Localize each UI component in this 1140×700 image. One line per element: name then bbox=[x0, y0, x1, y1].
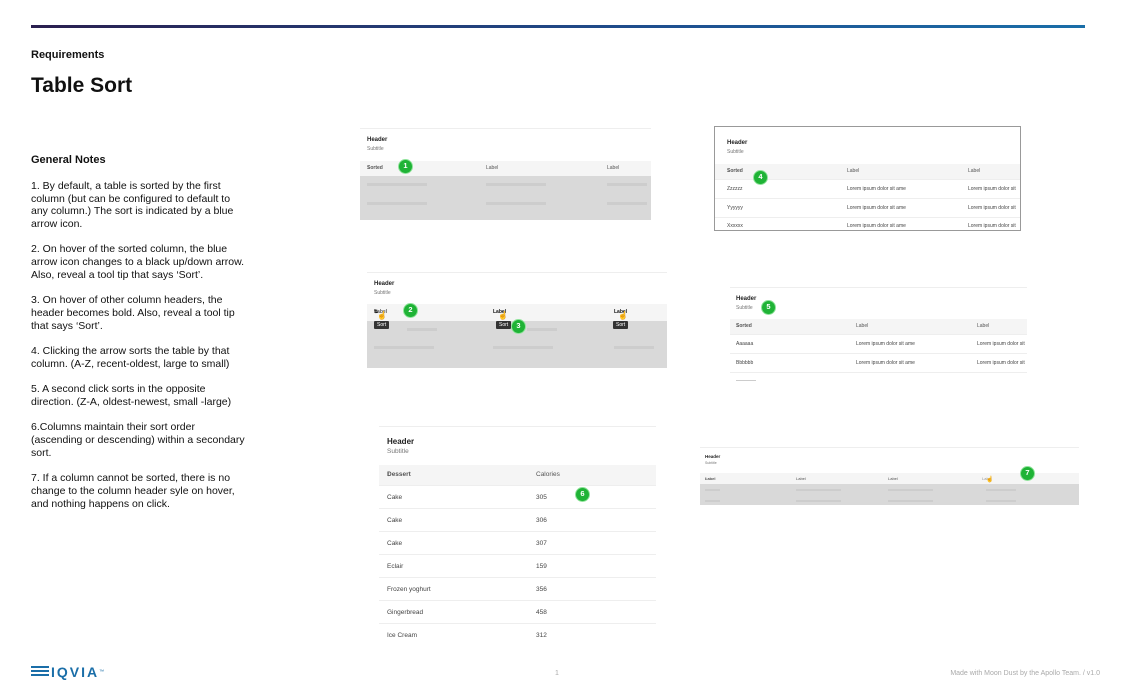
top-accent-bar bbox=[31, 25, 1085, 28]
column-header[interactable]: Calories bbox=[536, 471, 560, 478]
callout-badge-7: 7 bbox=[1020, 466, 1035, 481]
table-row: Yyyyyy Lorem ipsum dolor sit ame Lorem ips… bbox=[715, 198, 1020, 217]
hand-cursor-icon: ☝ bbox=[377, 311, 387, 320]
column-header-row: Dessert ↑ Calories bbox=[379, 465, 656, 485]
sort-down-arrow-icon[interactable]: ↓ bbox=[727, 168, 730, 174]
column-header[interactable]: Label bbox=[856, 323, 868, 329]
section-eyebrow: Requirements bbox=[31, 49, 105, 61]
sort-tooltip: Sort bbox=[613, 321, 629, 329]
callout-badge-2: 2 bbox=[403, 303, 418, 318]
logo-mark-icon bbox=[31, 666, 49, 678]
example-default-sort: Header Subtitle Sorted ↑ Label Label bbox=[360, 128, 651, 220]
hand-cursor-icon: ☝ bbox=[498, 311, 508, 320]
hand-cursor-icon: ☝ bbox=[618, 311, 628, 320]
table-subtitle: Subtitle bbox=[367, 146, 384, 152]
sort-up-arrow-icon[interactable]: ↑ bbox=[736, 323, 739, 329]
sort-up-arrow-icon[interactable]: ↑ bbox=[705, 476, 707, 481]
table-header: Header bbox=[736, 296, 757, 302]
note-item: 1. By default, a table is sorted by the … bbox=[31, 179, 234, 231]
column-header[interactable]: Label bbox=[796, 476, 806, 481]
table-subtitle: Subtitle bbox=[736, 305, 753, 311]
iqvia-logo: IQVIA ™ bbox=[31, 664, 104, 680]
note-item: 3. On hover of other column headers, the… bbox=[31, 294, 235, 332]
placeholder-rows bbox=[700, 484, 1079, 505]
sort-tooltip: Sort bbox=[496, 321, 512, 329]
column-header[interactable]: Label bbox=[847, 168, 859, 174]
note-item: 7. If a column cannot be sorted, there i… bbox=[31, 472, 235, 510]
hand-cursor-icon: ☝ bbox=[986, 477, 994, 483]
callout-badge-5: 5 bbox=[761, 300, 776, 315]
table-row: Ice Cream 312 bbox=[379, 623, 656, 645]
table-subtitle: Subtitle bbox=[727, 149, 744, 155]
page-number: 1 bbox=[555, 670, 559, 677]
column-header[interactable]: Label bbox=[968, 168, 980, 174]
logo-wordmark: IQVIA bbox=[51, 664, 100, 680]
table-header: Header bbox=[367, 137, 388, 143]
table-row: Xxxxxx Lorem ipsum dolor sit ame Lorem ips… bbox=[715, 217, 1020, 230]
example-secondary-sort: Header Subtitle Dessert ↑ Calories Cake 3… bbox=[379, 426, 656, 645]
sort-up-arrow-icon[interactable]: ↑ bbox=[387, 471, 390, 478]
column-header[interactable]: Label bbox=[607, 165, 619, 171]
table-subtitle: Subtitle bbox=[374, 290, 391, 296]
note-item: 6.Columns maintain their sort order (asc… bbox=[31, 421, 245, 460]
table-row: Cake 306 bbox=[379, 508, 656, 531]
footer-credit: Made with Moon Dust by the Apollo Team. … bbox=[950, 670, 1100, 677]
table-row: Eclair 159 bbox=[379, 554, 656, 577]
table-row: Cake 305 bbox=[379, 485, 656, 508]
sort-up-arrow-icon[interactable]: ↑ bbox=[367, 165, 370, 171]
table-row: Bbbbbb Lorem ipsum dolor sit ame Lorem ips… bbox=[730, 353, 1027, 372]
table-subtitle: Subtitle bbox=[387, 448, 409, 455]
table-subtitle: Subtitle bbox=[705, 461, 717, 465]
table-header: Header bbox=[727, 140, 748, 146]
callout-badge-6: 6 bbox=[575, 487, 590, 502]
callout-badge-1: 1 bbox=[398, 159, 413, 174]
example-ascending-sort: Header Subtitle Sorted ↑ Label Label Aaa… bbox=[730, 287, 1027, 381]
note-item: 5. A second click sorts in the opposite … bbox=[31, 383, 232, 409]
page-title: Table Sort bbox=[31, 74, 133, 97]
column-header[interactable]: Label bbox=[888, 476, 898, 481]
column-header-row: Sorted ↑ Label Label bbox=[730, 319, 1027, 334]
table-row: Aaaaaa Lorem ipsum dolor sit ame Lorem ips… bbox=[730, 334, 1027, 353]
general-notes: General Notes 1. By default, a table is … bbox=[31, 154, 246, 523]
table-row: Frozen yoghurt 356 bbox=[379, 577, 656, 600]
notes-heading: General Notes bbox=[31, 154, 106, 166]
table-header: Header bbox=[705, 454, 721, 459]
callout-badge-4: 4 bbox=[753, 170, 768, 185]
table-row: Cake 307 bbox=[379, 531, 656, 554]
placeholder-rows bbox=[360, 176, 651, 220]
table-header: Header bbox=[374, 281, 395, 287]
note-item: 4. Clicking the arrow sorts the table by… bbox=[31, 345, 230, 371]
table-row-clipped bbox=[730, 372, 1027, 381]
column-header[interactable]: Label bbox=[977, 323, 989, 329]
column-header[interactable]: Label bbox=[486, 165, 498, 171]
table-row: Gingerbread 458 bbox=[379, 600, 656, 623]
note-item: 2. On hover of the sorted column, the bl… bbox=[31, 243, 245, 282]
callout-badge-3: 3 bbox=[511, 319, 526, 334]
sort-tooltip: Sort bbox=[374, 321, 390, 329]
table-header: Header bbox=[387, 437, 415, 446]
